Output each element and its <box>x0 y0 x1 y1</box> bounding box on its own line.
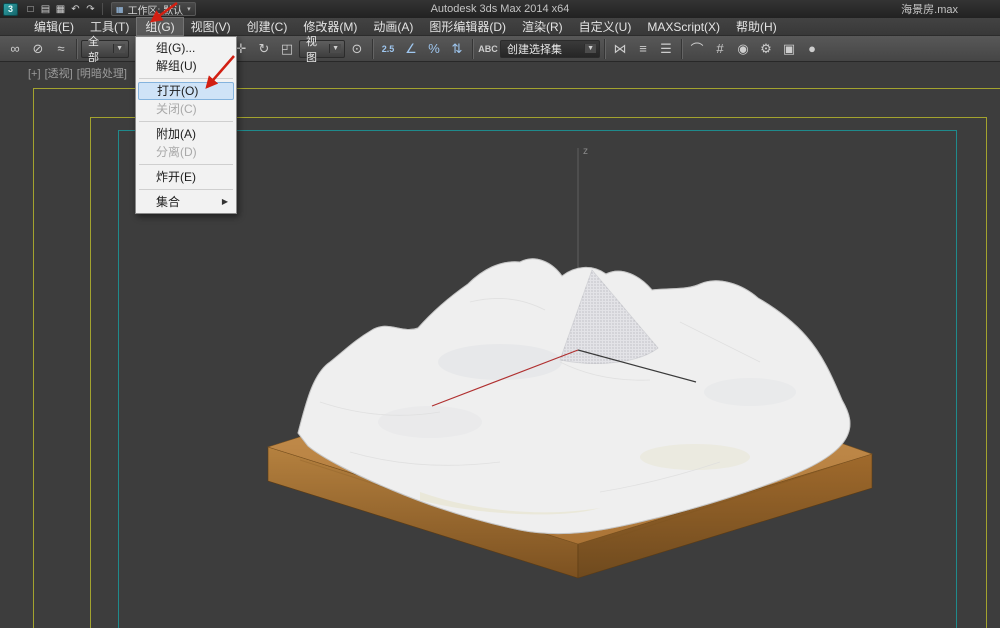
rendered-frame-window-icon[interactable]: ▣ <box>778 38 800 60</box>
group-menu-item-ungroup[interactable]: 解组(U) <box>138 57 234 75</box>
mirror-icon[interactable]: ⋈ <box>609 38 631 60</box>
select-and-rotate-icon[interactable]: ↻ <box>253 38 275 60</box>
menu-customize[interactable]: 自定义(U) <box>571 18 640 35</box>
menu-animation[interactable]: 动画(A) <box>365 18 421 35</box>
selection-filter-dropdown[interactable]: 全部 ▼ <box>81 40 129 58</box>
menu-help[interactable]: 帮助(H) <box>728 18 785 35</box>
material-editor-icon[interactable]: ◉ <box>732 38 754 60</box>
select-and-scale-icon[interactable]: ◰ <box>276 38 298 60</box>
workspace-icon: ▦ <box>116 5 124 14</box>
unlink-selection-icon[interactable]: ⊘ <box>27 38 49 60</box>
redo-icon[interactable]: ↷ <box>83 2 98 17</box>
group-menu-item-assembly[interactable]: 集合 ▶ <box>138 193 234 211</box>
app-logo-icon[interactable]: 3 <box>3 3 18 16</box>
group-menu-item-explode[interactable]: 炸开(E) <box>138 168 234 186</box>
menu-separator <box>139 189 233 190</box>
group-menu-item-detach: 分离(D) <box>138 143 234 161</box>
reference-coordinate-value: 视图 <box>306 33 325 65</box>
percent-snap-icon[interactable]: % <box>423 38 445 60</box>
titlebar-separator <box>102 3 103 15</box>
group-menu-item-group[interactable]: 组(G)... <box>138 39 234 57</box>
window-title: Autodesk 3ds Max 2014 x64 <box>431 3 570 15</box>
toolbar-separator <box>604 39 605 59</box>
viewport-menu-view[interactable]: [透视] <box>45 68 73 80</box>
group-menu-item-close: 关闭(C) <box>138 100 234 118</box>
menu-separator <box>139 78 233 79</box>
bind-to-space-warp-icon[interactable]: ≈ <box>50 38 72 60</box>
viewport-menu-plus[interactable]: [+] <box>28 68 41 80</box>
open-file-icon[interactable]: ▤ <box>38 2 53 17</box>
workspace-label: 工作区: 默认 <box>128 2 184 17</box>
select-and-link-icon[interactable]: ∞ <box>4 38 26 60</box>
spinner-snap-icon[interactable]: ⇅ <box>446 38 468 60</box>
viewport-label: [+] [透视] [明暗处理] <box>28 65 128 81</box>
group-menu-item-open[interactable]: 打开(O) <box>138 82 234 100</box>
menu-separator <box>139 121 233 122</box>
viewport-menu-shading[interactable]: [明暗处理] <box>77 68 127 80</box>
new-scene-icon[interactable]: □ <box>23 2 38 17</box>
menu-group[interactable]: 组(G) <box>137 18 182 35</box>
selection-filter-value: 全部 <box>88 33 109 65</box>
reference-coordinate-dropdown[interactable]: 视图 ▼ <box>299 40 345 58</box>
angle-snap-icon[interactable]: ∠ <box>400 38 422 60</box>
layer-manager-icon[interactable]: ☰ <box>655 38 677 60</box>
toolbar-separator <box>372 39 373 59</box>
named-selection-set-value: 创建选择集 <box>507 41 562 57</box>
undo-icon[interactable]: ↶ <box>68 2 83 17</box>
menu-edit[interactable]: 编辑(E) <box>26 18 82 35</box>
menu-create[interactable]: 创建(C) <box>239 18 296 35</box>
workspace-selector[interactable]: ▦ 工作区: 默认 ▾ <box>111 2 196 16</box>
chevron-down-icon: ▼ <box>584 44 596 53</box>
render-setup-icon[interactable]: ⚙ <box>755 38 777 60</box>
menu-graph-editors[interactable]: 图形编辑器(D) <box>421 18 514 35</box>
toolbar-separator <box>472 39 473 59</box>
toolbar-separator <box>76 39 77 59</box>
chevron-down-icon: ▼ <box>113 44 125 53</box>
menu-maxscript[interactable]: MAXScript(X) <box>639 18 728 35</box>
toolbar-separator <box>681 39 682 59</box>
save-file-icon[interactable]: ▦ <box>53 2 68 17</box>
schematic-view-icon[interactable]: # <box>709 38 731 60</box>
align-icon[interactable]: ≡ <box>632 38 654 60</box>
menubar: 编辑(E) 工具(T) 组(G) 视图(V) 创建(C) 修改器(M) 动画(A… <box>0 18 1000 36</box>
keyboard-shortcut-override-icon[interactable]: ABC <box>477 38 499 60</box>
named-selection-set-dropdown[interactable]: 创建选择集 ▼ <box>500 40 600 58</box>
chevron-down-icon: ▼ <box>329 44 341 53</box>
group-menu-item-attach[interactable]: 附加(A) <box>138 125 234 143</box>
menu-views[interactable]: 视图(V) <box>183 18 239 35</box>
document-name: 海景房.max <box>901 1 958 17</box>
use-pivot-point-icon[interactable]: ⊙ <box>346 38 368 60</box>
group-menu-item-assembly-label: 集合 <box>156 195 180 209</box>
menu-rendering[interactable]: 渲染(R) <box>514 18 571 35</box>
snap-toggle-icon[interactable]: 2.5 <box>377 38 399 60</box>
submenu-arrow-icon: ▶ <box>222 193 228 211</box>
z-axis-label: z <box>583 146 588 157</box>
3dsmax-window: 3 □ ▤ ▦ ↶ ↷ ▦ 工作区: 默认 ▾ Autodesk 3ds Max… <box>0 0 1000 628</box>
chevron-down-icon: ▾ <box>187 5 191 13</box>
menu-separator <box>139 164 233 165</box>
render-production-icon[interactable]: ● <box>801 38 823 60</box>
curve-editor-icon[interactable]: ⌒ <box>686 38 708 60</box>
titlebar: 3 □ ▤ ▦ ↶ ↷ ▦ 工作区: 默认 ▾ Autodesk 3ds Max… <box>0 0 1000 18</box>
group-menu-dropdown: 组(G)... 解组(U) 打开(O) 关闭(C) 附加(A) 分离(D) 炸开… <box>135 36 237 214</box>
